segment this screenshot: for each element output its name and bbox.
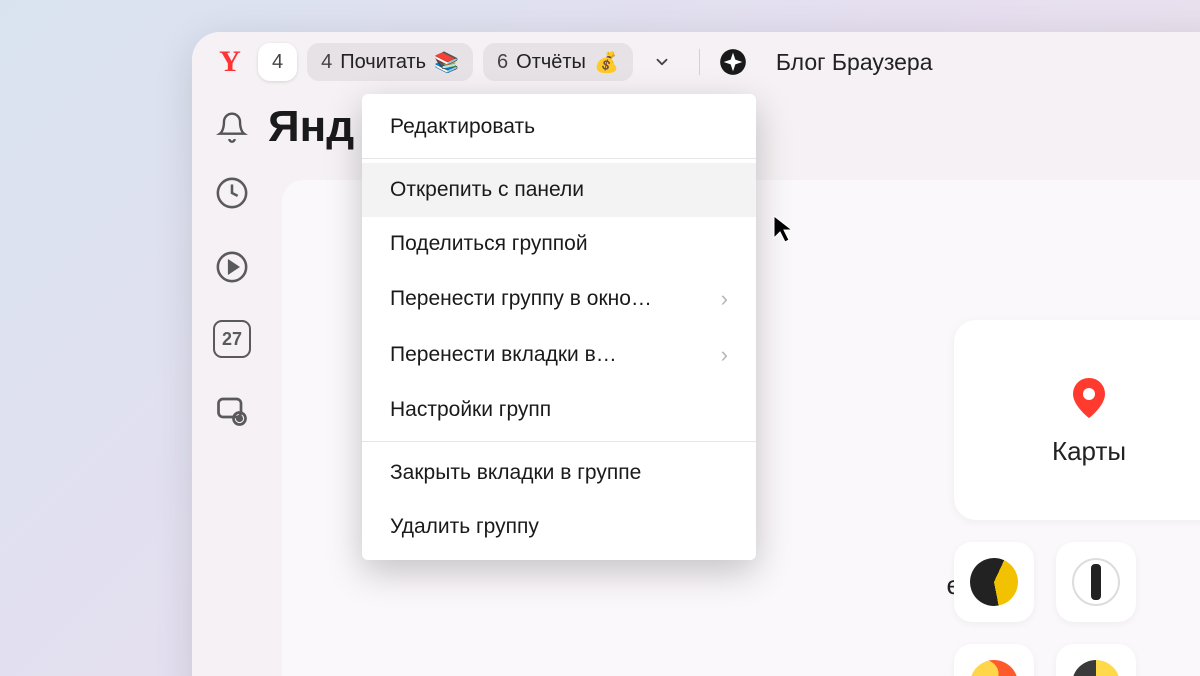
current-tab-title: Блог Браузера xyxy=(776,49,933,76)
clock-icon xyxy=(215,176,249,210)
tile-label: Карты xyxy=(1052,436,1126,467)
mouse-cursor-icon xyxy=(772,214,796,249)
play-icon xyxy=(215,250,249,284)
chevron-right-icon: › xyxy=(721,342,728,368)
sidebar-history-button[interactable] xyxy=(211,172,253,214)
moneybag-icon: 💰 xyxy=(594,50,619,75)
menu-separator xyxy=(362,441,756,442)
calendar-day-number: 27 xyxy=(222,329,242,350)
chevron-right-icon: › xyxy=(721,286,728,312)
mini-tile-1[interactable] xyxy=(954,542,1034,622)
maps-tile[interactable]: Карты xyxy=(954,320,1200,520)
mini-tiles-row-1 xyxy=(954,542,1200,622)
sidebar-screenshot-button[interactable] xyxy=(211,390,253,432)
mini-tile-2[interactable] xyxy=(1056,542,1136,622)
map-pin-icon xyxy=(1065,374,1113,422)
mini-tile-4[interactable] xyxy=(1056,644,1136,676)
page-title: Янд xyxy=(268,102,354,152)
tabstrip: Y 4 4 Почитать 📚 6 Отчёты 💰 Блог Браузер… xyxy=(192,32,1200,92)
sparkle-icon xyxy=(719,48,747,76)
menu-item-label: Закрыть вкладки в группе xyxy=(390,461,641,485)
yandex-logo-icon[interactable]: Y xyxy=(212,44,248,80)
tab-group-active[interactable]: 4 xyxy=(258,43,297,81)
menu-item-label: Перенести вкладки в… xyxy=(390,343,617,367)
menu-item-move-tabs-to[interactable]: Перенести вкладки в… › xyxy=(362,327,756,383)
menu-item-close-tabs-in-group[interactable]: Закрыть вкладки в группе xyxy=(362,446,756,500)
sidebar: 27 xyxy=(192,162,272,432)
menu-item-move-group-to-window[interactable]: Перенести группу в окно… › xyxy=(362,271,756,327)
menu-separator xyxy=(362,158,756,159)
chevron-down-icon xyxy=(653,53,671,71)
menu-item-edit[interactable]: Редактировать xyxy=(362,100,756,154)
books-icon: 📚 xyxy=(434,50,459,75)
service-icon xyxy=(970,660,1018,676)
tab-group-count: 4 xyxy=(321,51,332,74)
service-icon xyxy=(1072,558,1120,606)
mini-tiles-row-2 xyxy=(954,644,1200,676)
tab-groups-overflow-button[interactable] xyxy=(643,43,681,81)
screenshot-icon xyxy=(214,393,250,429)
sidebar-calendar-button[interactable]: 27 xyxy=(213,320,251,358)
bell-icon xyxy=(216,111,248,143)
yandex-y-glyph: Y xyxy=(219,45,241,79)
menu-item-label: Поделиться группой xyxy=(390,232,588,256)
menu-item-share-group[interactable]: Поделиться группой xyxy=(362,217,756,271)
assistant-icon[interactable] xyxy=(718,47,748,77)
tabstrip-separator xyxy=(699,49,700,75)
tab-group-count: 6 xyxy=(497,51,508,74)
sidebar-play-button[interactable] xyxy=(211,246,253,288)
menu-item-label: Редактировать xyxy=(390,115,535,139)
tab-group-label: Почитать xyxy=(340,51,426,74)
mini-tile-3[interactable] xyxy=(954,644,1034,676)
menu-item-label: Удалить группу xyxy=(390,515,539,539)
menu-item-label: Открепить с панели xyxy=(390,178,584,202)
menu-item-label: Перенести группу в окно… xyxy=(390,287,652,311)
service-icon xyxy=(962,550,1026,614)
tab-group-read[interactable]: 4 Почитать 📚 xyxy=(307,43,473,81)
menu-item-label: Настройки групп xyxy=(390,398,551,422)
menu-item-unpin[interactable]: Открепить с панели xyxy=(362,163,756,217)
service-icon xyxy=(1072,660,1120,676)
tab-group-label: Отчёты xyxy=(516,51,586,74)
tiles-column: Карты xyxy=(954,320,1200,676)
tab-group-reports[interactable]: 6 Отчёты 💰 xyxy=(483,43,633,81)
menu-item-delete-group[interactable]: Удалить группу xyxy=(362,500,756,554)
tab-group-count: 4 xyxy=(272,51,283,74)
tab-group-context-menu: Редактировать Открепить с панели Поделит… xyxy=(362,94,756,560)
menu-item-group-settings[interactable]: Настройки групп xyxy=(362,383,756,437)
notifications-button[interactable] xyxy=(216,111,248,143)
